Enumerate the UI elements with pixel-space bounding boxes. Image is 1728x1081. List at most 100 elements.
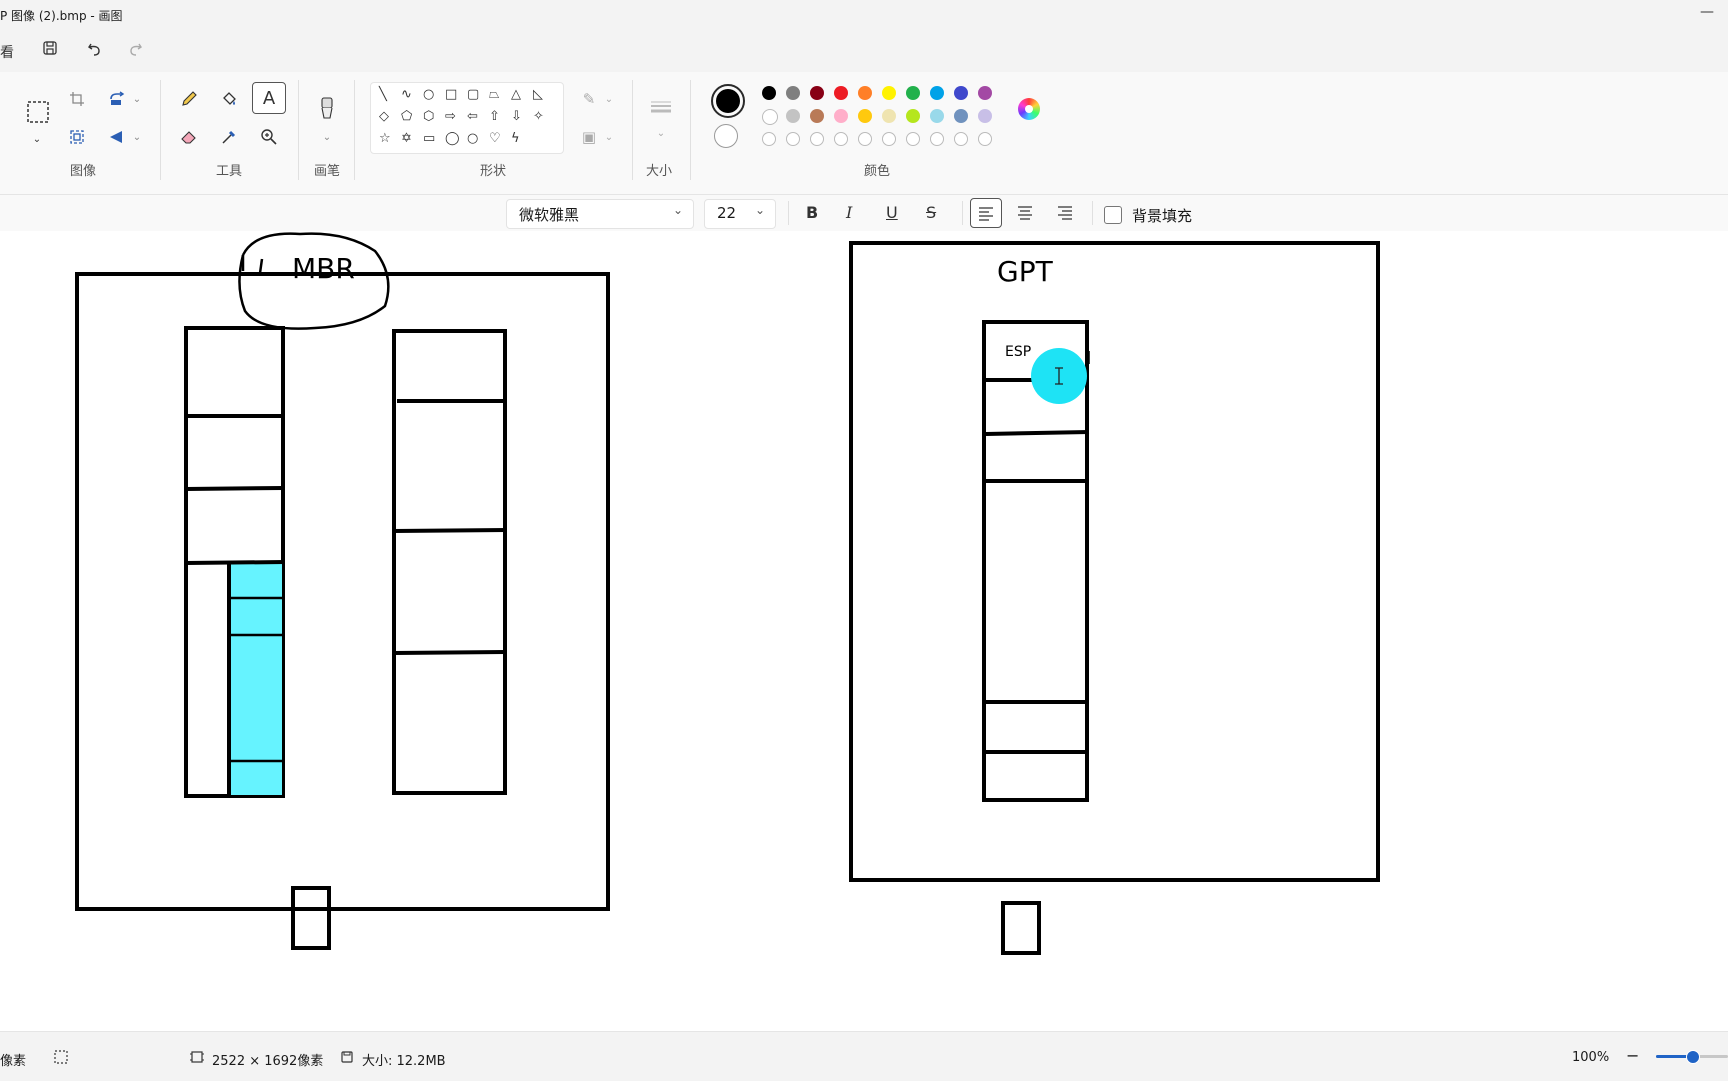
color-swatch[interactable] <box>906 109 920 123</box>
custom-color-slot[interactable] <box>978 132 992 146</box>
resize-icon[interactable] <box>64 124 90 150</box>
color-swatch[interactable] <box>858 86 872 100</box>
color-swatch[interactable] <box>930 86 944 100</box>
bold-button[interactable]: B <box>806 203 818 222</box>
text-tool-icon[interactable]: A <box>252 82 286 114</box>
chevron-down-icon[interactable]: ⌄ <box>314 124 340 150</box>
primary-color-selector[interactable] <box>711 84 745 118</box>
eraser-icon[interactable] <box>176 124 202 150</box>
zoom-slider-thumb[interactable] <box>1686 1050 1700 1064</box>
color-swatch[interactable] <box>786 86 800 100</box>
down-arrow-shape-icon[interactable]: ⇩ <box>511 109 522 124</box>
color-swatch[interactable] <box>762 86 776 100</box>
select-tool-icon[interactable] <box>22 96 54 128</box>
color-swatch[interactable] <box>834 86 848 100</box>
align-left-button[interactable] <box>970 198 1002 228</box>
color-swatch[interactable] <box>882 86 896 100</box>
color-swatch[interactable] <box>954 86 968 100</box>
crop-icon[interactable] <box>64 86 90 112</box>
rounded-rectangle-shape-icon[interactable]: ▢ <box>467 87 479 102</box>
diamond-shape-icon[interactable]: ◇ <box>379 109 389 124</box>
custom-color-slot[interactable] <box>906 132 920 146</box>
right-triangle-shape-icon[interactable]: ◺ <box>533 87 543 102</box>
canvas-drawing: MBR GPT ESP <box>75 232 1380 955</box>
font-size-select[interactable]: 22 ⌄ <box>704 199 776 229</box>
brush-icon[interactable] <box>314 94 340 124</box>
custom-color-slot[interactable] <box>882 132 896 146</box>
color-swatch[interactable] <box>834 109 848 123</box>
align-right-button[interactable] <box>1050 198 1080 226</box>
italic-button[interactable]: I <box>846 203 852 222</box>
right-arrow-shape-icon[interactable]: ⇨ <box>445 109 456 124</box>
color-swatch[interactable] <box>810 86 824 100</box>
chevron-down-icon[interactable]: ⌄ <box>124 86 150 112</box>
hexagon-shape-icon[interactable]: ⬡ <box>423 109 434 124</box>
curve-shape-icon[interactable]: ∿ <box>401 87 412 102</box>
save-icon[interactable] <box>42 40 58 60</box>
chevron-down-icon[interactable]: ⌄ <box>24 126 50 152</box>
strikethrough-button[interactable]: S <box>926 203 936 222</box>
cloud-callout-shape-icon[interactable]: ○ <box>467 131 478 146</box>
view-menu[interactable]: 看 <box>0 42 14 62</box>
up-arrow-shape-icon[interactable]: ⇧ <box>489 109 500 124</box>
color-swatch[interactable] <box>978 86 992 100</box>
secondary-color-swatch[interactable] <box>714 124 738 148</box>
color-swatch[interactable] <box>954 109 968 123</box>
oval-callout-shape-icon[interactable]: ◯ <box>445 131 460 146</box>
color-swatch[interactable] <box>810 109 824 123</box>
color-swatch[interactable] <box>786 109 800 123</box>
six-point-star-shape-icon[interactable]: ✡ <box>401 131 412 146</box>
custom-color-slot[interactable] <box>762 132 776 146</box>
chevron-down-icon[interactable]: ⌄ <box>648 120 674 146</box>
align-center-button[interactable] <box>1010 198 1040 226</box>
font-family-select[interactable]: 微软雅黑 ⌄ <box>506 199 694 229</box>
custom-color-slot[interactable] <box>858 132 872 146</box>
divider <box>632 80 633 180</box>
magnifier-icon[interactable] <box>256 124 282 150</box>
triangle-shape-icon[interactable]: △ <box>511 87 521 102</box>
drawing-canvas[interactable]: MBR GPT ESP <box>0 231 1728 1031</box>
left-arrow-shape-icon[interactable]: ⇦ <box>467 109 478 124</box>
custom-color-slot[interactable] <box>834 132 848 146</box>
rectangle-shape-icon[interactable]: □ <box>445 87 457 102</box>
color-swatch[interactable] <box>858 109 872 123</box>
lightning-shape-icon[interactable]: ϟ <box>511 131 520 146</box>
esp-label: ESP <box>1005 344 1031 360</box>
color-swatch[interactable] <box>978 109 992 123</box>
color-swatch[interactable] <box>762 109 778 125</box>
chevron-down-icon[interactable]: ⌄ <box>596 124 622 150</box>
fill-bucket-icon[interactable] <box>216 86 242 112</box>
underline-button[interactable]: U <box>886 203 898 222</box>
polygon-shape-icon[interactable]: ⏢ <box>489 87 499 102</box>
mbr-label: MBR <box>292 252 355 285</box>
chevron-down-icon[interactable]: ⌄ <box>596 86 622 112</box>
color-swatch[interactable] <box>882 109 896 123</box>
color-swatch[interactable] <box>906 86 920 100</box>
zoom-slider[interactable] <box>1656 1050 1728 1064</box>
color-picker-icon[interactable] <box>216 124 242 150</box>
line-shape-icon[interactable]: ╲ <box>379 87 387 102</box>
redo-icon[interactable] <box>126 40 144 62</box>
minimize-button[interactable]: — <box>1700 4 1714 20</box>
divider <box>1092 201 1093 225</box>
custom-color-slot[interactable] <box>810 132 824 146</box>
color-swatch[interactable] <box>930 109 944 123</box>
divider <box>160 80 161 180</box>
five-point-star-shape-icon[interactable]: ☆ <box>379 131 391 146</box>
pentagon-shape-icon[interactable]: ⬠ <box>401 109 412 124</box>
custom-color-slot[interactable] <box>930 132 944 146</box>
heart-shape-icon[interactable]: ♡ <box>489 131 501 146</box>
oval-shape-icon[interactable]: ○ <box>423 87 434 102</box>
canvas-dimensions: 2522 × 1692像素 <box>212 1054 324 1069</box>
four-point-star-shape-icon[interactable]: ✧ <box>533 109 544 124</box>
zoom-out-button[interactable]: − <box>1626 1046 1639 1065</box>
pencil-icon[interactable] <box>176 86 202 112</box>
undo-icon[interactable] <box>86 40 104 62</box>
rect-callout-shape-icon[interactable]: ▭ <box>423 131 435 146</box>
background-fill-checkbox[interactable] <box>1104 206 1122 224</box>
edit-colors-icon[interactable] <box>1018 98 1040 120</box>
custom-color-slot[interactable] <box>954 132 968 146</box>
line-size-icon[interactable] <box>648 94 674 120</box>
custom-color-slot[interactable] <box>786 132 800 146</box>
chevron-down-icon[interactable]: ⌄ <box>124 124 150 150</box>
